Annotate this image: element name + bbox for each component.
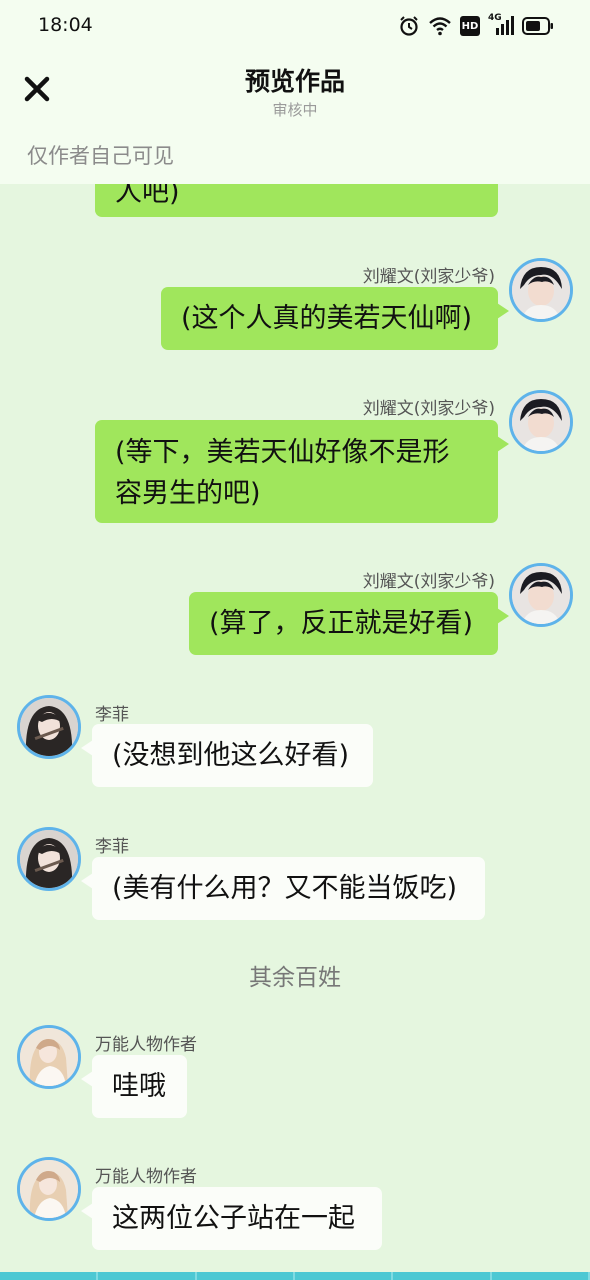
avatar-boy-image	[512, 566, 570, 624]
message-text: (美有什么用？又不能当饭吃)	[112, 873, 458, 904]
message-bubble[interactable]: (美有什么用？又不能当饭吃)	[81, 857, 485, 920]
message-bubble[interactable]: (算了，反正就是好看)	[189, 592, 509, 655]
bottom-toolbar-edge	[0, 1272, 590, 1280]
message-text: (这个人真的美若天仙啊)	[181, 303, 473, 334]
message-text: 这两位公子站在一起	[112, 1203, 355, 1234]
message-bubble[interactable]: 这两位公子站在一起	[81, 1187, 382, 1250]
review-status: 审核中	[272, 101, 318, 119]
message-text: (算了，反正就是好看)	[209, 608, 474, 639]
visibility-note: 仅作者自己可见	[27, 144, 174, 168]
message-bubble[interactable]: (等下，美若天仙好像不是形 容男生的吧)	[95, 420, 509, 523]
sender-name: 万能人物作者	[95, 1035, 197, 1055]
avatar[interactable]	[17, 827, 81, 891]
chat-area[interactable]: 人吧) 刘耀文(刘家少爷) (这个人真的美若天仙啊) 刘耀文(刘家少爷) (等下…	[0, 0, 590, 1280]
sender-name: 李菲	[95, 705, 129, 725]
message-bubble[interactable]: (没想到他这么好看)	[81, 724, 373, 787]
message-text-line: (等下，美若天仙好像不是形	[115, 437, 450, 468]
avatar[interactable]	[509, 258, 573, 322]
avatar[interactable]	[509, 563, 573, 627]
avatar-boy-image	[512, 261, 570, 319]
page-title: 预览作品	[244, 67, 345, 96]
avatar-figure-image	[20, 1028, 78, 1086]
avatar[interactable]	[17, 1025, 81, 1089]
avatar[interactable]	[509, 390, 573, 454]
sender-name: 万能人物作者	[95, 1167, 197, 1187]
sender-name: 李菲	[95, 837, 129, 857]
sender-name: 刘耀文(刘家少爷)	[362, 399, 495, 419]
sender-name: 刘耀文(刘家少爷)	[362, 572, 495, 592]
message-text-line: 容男生的吧)	[115, 478, 261, 509]
header: 预览作品 审核中 仅作者自己可见	[0, 52, 590, 184]
avatar[interactable]	[17, 695, 81, 759]
message-text: (没想到他这么好看)	[112, 740, 350, 771]
avatar[interactable]	[17, 1157, 81, 1221]
narration-text: 其余百姓	[249, 965, 341, 991]
avatar-boy-image	[512, 393, 570, 451]
message-bubble[interactable]: (这个人真的美若天仙啊)	[161, 287, 509, 350]
avatar-girl-image	[20, 698, 78, 756]
avatar-figure-image	[20, 1160, 78, 1218]
sender-name: 刘耀文(刘家少爷)	[362, 267, 495, 287]
message-text: 哇哦	[112, 1071, 166, 1102]
message-bubble[interactable]: 哇哦	[81, 1055, 187, 1118]
avatar-girl-image	[20, 830, 78, 888]
